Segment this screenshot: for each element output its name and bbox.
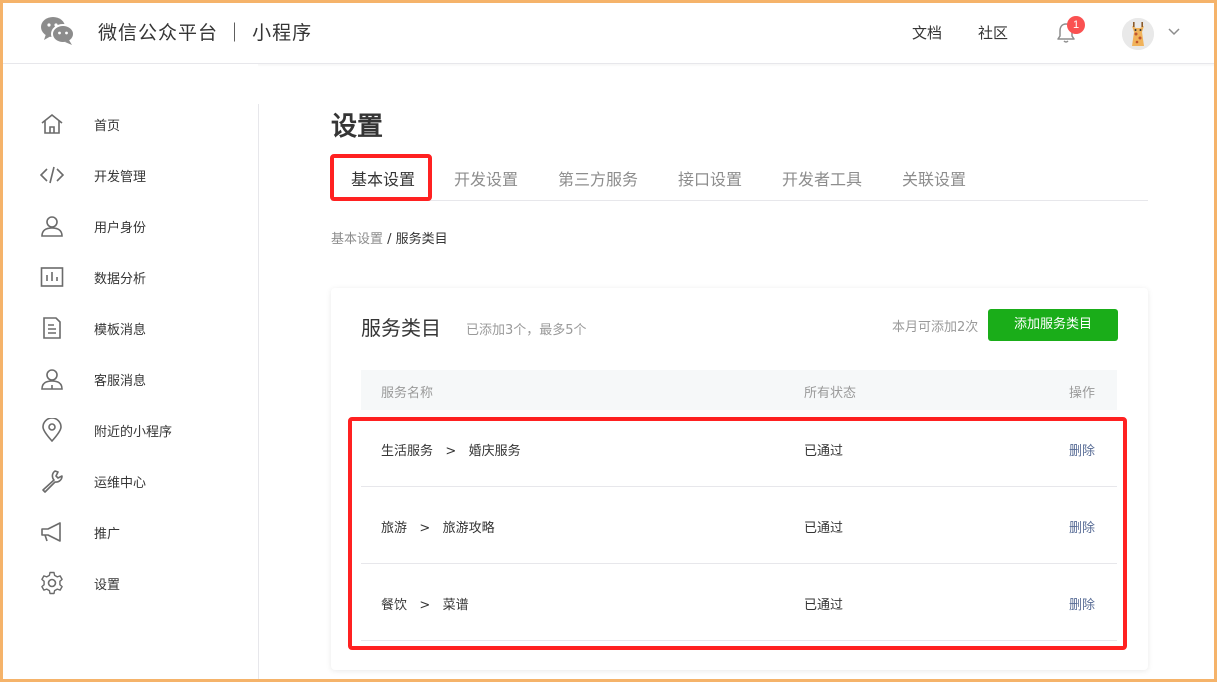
breadcrumb: 基本设置 / 服务类目 <box>331 228 448 247</box>
sidebar-item-label: 运维中心 <box>94 476 147 491</box>
sidebar-item-promotion[interactable]: 推广 <box>0 507 258 558</box>
brand-title: 微信公众平台 ｜ 小程序 <box>98 21 313 44</box>
card-title: 服务类目 <box>361 316 441 340</box>
sidebar-item-nearby-miniprogram[interactable]: 附近的小程序 <box>0 405 258 456</box>
column-header-service-name: 服务名称 <box>381 386 434 401</box>
user-icon <box>41 216 63 237</box>
home-icon <box>41 113 63 134</box>
sidebar-item-home[interactable]: 首页 <box>0 99 258 150</box>
chart-icon <box>40 267 64 287</box>
sidebar-item-user-identity[interactable]: 用户身份 <box>0 201 258 252</box>
tab-third-party-services[interactable]: 第三方服务 <box>558 150 638 200</box>
brand[interactable]: 微信公众平台 ｜ 小程序 <box>40 15 312 47</box>
avatar[interactable] <box>1122 18 1154 50</box>
sidebar-divider <box>258 104 259 682</box>
giraffe-avatar-icon <box>1122 18 1154 50</box>
sidebar-item-data-analysis[interactable]: 数据分析 <box>0 252 258 303</box>
tab-developer-tools[interactable]: 开发者工具 <box>782 150 862 200</box>
customer-service-icon <box>41 369 63 390</box>
tab-linked-settings[interactable]: 关联设置 <box>902 150 966 200</box>
sidebar-item-label: 开发管理 <box>94 170 147 185</box>
page-title: 设置 <box>331 112 384 142</box>
sidebar-item-label: 客服消息 <box>94 374 147 389</box>
gear-icon <box>41 571 63 595</box>
sidebar-item-label: 模板消息 <box>94 323 147 338</box>
table-header: 服务名称 所有状态 操作 <box>361 370 1117 410</box>
monthly-quota-text: 本月可添加2次 <box>892 320 979 335</box>
wechat-logo-icon <box>41 17 75 45</box>
top-bar: 微信公众平台 ｜ 小程序 文档 社区 1 <box>0 0 1217 64</box>
sidebar-item-dev-management[interactable]: 开发管理 <box>0 150 258 201</box>
document-icon <box>43 317 61 339</box>
add-service-category-button[interactable]: 添加服务类目 <box>988 309 1118 341</box>
sidebar-item-template-messages[interactable]: 模板消息 <box>0 303 258 354</box>
tab-dev-settings[interactable]: 开发设置 <box>454 150 518 200</box>
column-header-status: 所有状态 <box>804 386 857 401</box>
sidebar-item-operations-center[interactable]: 运维中心 <box>0 456 258 507</box>
community-link[interactable]: 社区 <box>978 22 1008 43</box>
rows-highlight-box <box>348 417 1127 650</box>
sidebar-item-label: 数据分析 <box>94 272 147 287</box>
sidebar-item-label: 用户身份 <box>94 221 147 236</box>
megaphone-icon <box>41 522 61 542</box>
sidebar-item-settings[interactable]: 设置 <box>0 558 258 609</box>
sidebar-item-label: 推广 <box>94 527 121 542</box>
tab-interface-settings[interactable]: 接口设置 <box>678 150 742 200</box>
card-subtitle: 已添加3个，最多5个 <box>466 323 587 338</box>
wrench-icon <box>42 470 63 493</box>
column-header-action: 操作 <box>1069 386 1096 401</box>
chevron-down-icon[interactable] <box>1168 28 1180 36</box>
breadcrumb-current: 服务类目 <box>395 232 448 247</box>
sidebar-item-customer-service[interactable]: 客服消息 <box>0 354 258 405</box>
sidebar-item-label: 首页 <box>94 119 121 134</box>
sidebar-item-label: 附近的小程序 <box>94 425 173 440</box>
location-pin-icon <box>42 418 62 442</box>
docs-link[interactable]: 文档 <box>912 22 942 43</box>
code-icon <box>40 166 64 184</box>
sidebar-item-label: 设置 <box>94 578 121 593</box>
settings-tabs: 基本设置 开发设置 第三方服务 接口设置 开发者工具 关联设置 <box>331 150 1148 201</box>
active-tab-highlight-box <box>330 154 432 201</box>
notification-badge: 1 <box>1067 16 1085 34</box>
breadcrumb-separator: / <box>383 232 396 247</box>
breadcrumb-parent[interactable]: 基本设置 <box>331 232 383 247</box>
